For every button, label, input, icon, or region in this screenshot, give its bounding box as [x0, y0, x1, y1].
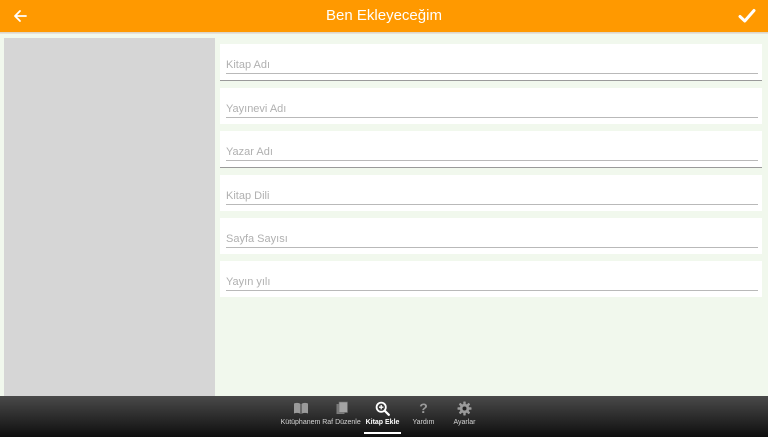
- book-title-field-row: [220, 44, 762, 81]
- nav-label: Ayarlar: [453, 419, 476, 426]
- open-book-icon: [293, 400, 309, 416]
- author-input[interactable]: [226, 139, 758, 161]
- page-count-input[interactable]: [226, 226, 758, 248]
- nav-label: Kütüphanem: [280, 419, 321, 426]
- checkmark-icon: [738, 9, 756, 23]
- nav-ayarlar[interactable]: Ayarlar: [444, 396, 485, 437]
- page-count-field-row: [220, 218, 762, 254]
- publisher-field-row: [220, 88, 762, 124]
- top-app-bar: Ben Ekleyeceğim: [0, 0, 768, 32]
- nav-label: Kitap Ekle: [365, 419, 400, 426]
- bottom-nav: Kütüphanem Raf Düzenle Kitap Ekle ? Yard…: [280, 396, 485, 437]
- nav-yardim[interactable]: ? Yardım: [403, 396, 444, 437]
- publisher-input[interactable]: [226, 96, 758, 118]
- language-field-row: [220, 175, 762, 211]
- publish-year-input[interactable]: [226, 269, 758, 291]
- bookshelf-icon: [334, 400, 350, 416]
- book-cover-placeholder[interactable]: [4, 38, 215, 396]
- nav-label: Yardım: [412, 419, 435, 426]
- language-input[interactable]: [226, 183, 758, 205]
- nav-raf-duzenle[interactable]: Raf Düzenle: [321, 396, 362, 437]
- nav-kutuphanem[interactable]: Kütüphanem: [280, 396, 321, 437]
- author-field-row: [220, 131, 762, 168]
- nav-kitap-ekle[interactable]: Kitap Ekle: [362, 396, 403, 437]
- publish-year-field-row: [220, 261, 762, 297]
- save-button[interactable]: [734, 3, 760, 29]
- book-form: [220, 44, 762, 304]
- page-title: Ben Ekleyeceğim: [326, 7, 442, 24]
- nav-label: Raf Düzenle: [322, 419, 361, 426]
- question-icon: ?: [419, 400, 428, 416]
- search-plus-icon: [375, 400, 391, 416]
- bottom-navigation-bar: Kütüphanem Raf Düzenle Kitap Ekle ? Yard…: [0, 396, 768, 437]
- gear-icon: [457, 400, 473, 416]
- book-title-input[interactable]: [226, 52, 758, 74]
